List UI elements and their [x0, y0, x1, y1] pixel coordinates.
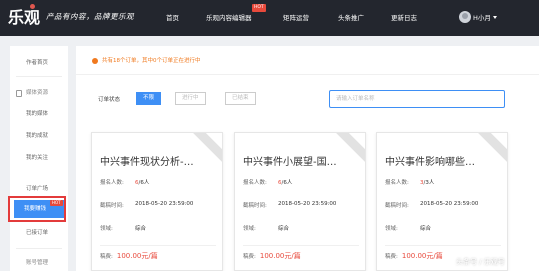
card-title[interactable]: 中兴事件小展望-国…	[243, 153, 359, 168]
nav-home[interactable]: 首页	[166, 0, 179, 36]
sidebar-item-accepted-orders[interactable]: 已接订单	[10, 226, 68, 240]
divider	[385, 245, 501, 246]
fee-row: 稿费: 100.00元/篇	[100, 252, 158, 260]
order-notice: 共有18个订单，其中0个订单正在进行中	[92, 56, 201, 64]
filter-any[interactable]: 不限	[136, 92, 162, 105]
search-input[interactable]	[329, 90, 505, 108]
highlight-frame	[8, 196, 66, 222]
fee-row: 稿费: 100.00元/篇	[243, 252, 301, 260]
avatar[interactable]	[459, 11, 471, 23]
nav-toutiao-promo[interactable]: 头条推广	[338, 0, 364, 36]
divider	[16, 248, 62, 249]
sidebar-item-achievements[interactable]: 我的成就	[10, 129, 68, 143]
filter-in-progress[interactable]: 进行中	[175, 92, 206, 105]
filter-label: 订单状态	[98, 97, 121, 103]
filter-ended[interactable]: 已结束	[225, 92, 256, 105]
document-icon	[16, 90, 22, 97]
field-row: 领域: 综合	[100, 226, 147, 232]
info-icon	[92, 57, 98, 64]
field-row: 领域: 综合	[243, 226, 290, 232]
hot-badge: HOT	[252, 4, 266, 12]
enroll-row: 报名人数: 6/6人	[243, 180, 293, 186]
deadline-row: 截稿时间: 2018-05-20 23:59:00	[100, 201, 194, 209]
order-card[interactable]: 中兴事件小展望-国… 报名人数: 6/6人 截稿时间: 2018-05-20 23:…	[234, 132, 366, 271]
chevron-down-icon[interactable]	[493, 16, 497, 19]
sidebar-item-my-media[interactable]: 我的媒体	[10, 107, 68, 121]
order-card[interactable]: 中兴事件现状分析-… 报名人数: 6/6人 截稿时间: 2018-05-20 23:…	[91, 132, 223, 271]
nav-matrix-ops[interactable]: 矩阵运营	[283, 0, 309, 36]
card-title[interactable]: 中兴事件现状分析-…	[100, 153, 216, 168]
logo[interactable]: 乐观	[8, 6, 44, 30]
watermark: 头条号 / 乐观号	[456, 258, 505, 266]
sidebar-item-order-plaza[interactable]: 订单广场	[10, 182, 68, 196]
divider	[76, 74, 539, 75]
sidebar-item-following[interactable]: 我的关注	[10, 151, 68, 165]
top-navbar: 乐观 产品有内容，品牌更乐观 首页 乐观内容编辑器 HOT 矩阵运营 头条推广 …	[0, 0, 539, 36]
card-title[interactable]: 中兴事件影响哪些…	[385, 153, 501, 168]
logo-mark	[30, 4, 35, 9]
enroll-row: 报名人数: 6/6人	[100, 180, 150, 186]
sidebar: 作者首页 媒体资源 我的媒体 我的成就 我的关注 订单广场 我要赚钱 HOT 已…	[10, 46, 68, 271]
sidebar-section-media: 媒体资源	[10, 86, 68, 100]
deadline-row: 截稿时间: 2018-05-20 23:59:00	[243, 201, 337, 209]
fee-row: 稿费: 100.00元/篇	[385, 252, 443, 260]
divider	[243, 245, 359, 246]
sidebar-item-author-home[interactable]: 作者首页	[10, 56, 68, 70]
nav-content-editor[interactable]: 乐观内容编辑器	[206, 0, 252, 36]
brand-slogan: 产品有内容，品牌更乐观	[46, 12, 134, 21]
divider	[16, 76, 62, 77]
username[interactable]: H小月	[473, 0, 491, 36]
nav-changelog[interactable]: 更新日志	[391, 0, 417, 36]
divider	[100, 245, 216, 246]
enroll-row: 报名人数: 3/3人	[385, 180, 435, 186]
deadline-row: 截稿时间: 2018-05-20 23:59:00	[385, 201, 479, 209]
sidebar-section-account: 账号管理	[26, 260, 49, 266]
main-content: 共有18个订单，其中0个订单正在进行中 订单状态 不限 进行中 已结束 中兴事件…	[76, 46, 539, 271]
order-card[interactable]: 中兴事件影响哪些… 报名人数: 3/3人 截稿时间: 2018-05-20 23:5…	[376, 132, 508, 271]
field-row: 领域: 综合	[385, 226, 432, 232]
